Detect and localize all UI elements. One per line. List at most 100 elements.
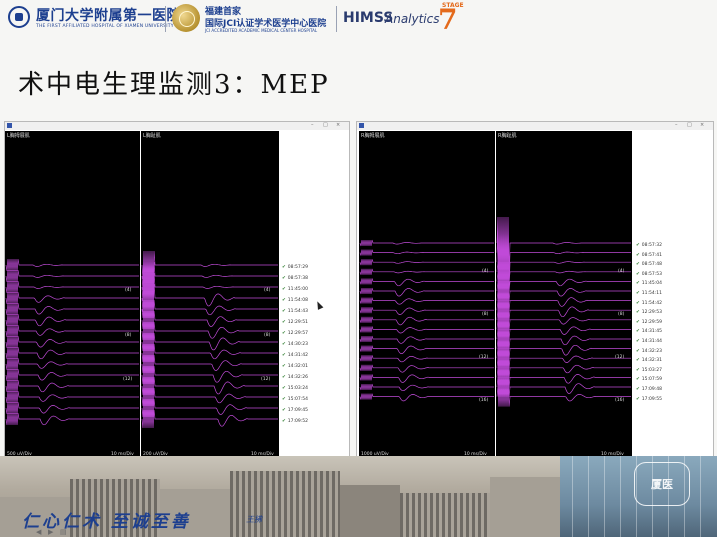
right-monitor-window: – □ × R胸拇展肌 R胸趾肌 1000 uV/Div 10 ms/Div 1… [356,121,714,460]
check-icon[interactable]: ✔ [636,387,640,392]
timestamp-text: 11:45:00 [287,287,308,292]
timestamp-text: 08:57:53 [641,271,662,277]
timestamp-row[interactable]: ✔ 15:03:24 [282,386,308,391]
check-icon[interactable]: ✔ [636,301,640,306]
timestamp-row[interactable]: ✔ 14:31:44 [636,339,662,344]
timestamp-row[interactable]: ✔ 11:45:00 [282,287,308,292]
check-icon[interactable]: ✔ [636,310,640,315]
analytics-text: Analytics [385,12,440,26]
channel-mark: (12) [615,355,625,360]
check-icon[interactable]: ✔ [636,281,640,286]
left-monitor-window: – □ × L胸拇展肌 L胸趾肌 500 uV/Div 10 ms/Div 20… [4,121,350,460]
timestamp-row[interactable]: ✔ 14:30:23 [282,342,308,347]
timestamp-text: 14:32:01 [287,364,308,369]
timestamp-row[interactable]: ✔ 08:57:38 [282,276,308,281]
check-icon[interactable]: ✔ [282,276,286,281]
plot-area-1 [359,131,495,458]
timestamp-row[interactable]: ✔ 17:09:48 [636,387,662,392]
panel-label-1: L胸拇展肌 [7,133,30,139]
plot-area-2 [141,131,279,458]
timestamp-row[interactable]: ✔ 17:09:45 [282,408,308,413]
timestamp-row[interactable]: ✔ 15:07:59 [636,377,662,382]
check-icon[interactable]: ✔ [636,377,640,382]
timestamp-row[interactable]: ✔ 15:07:54 [282,397,308,402]
check-icon[interactable]: ✔ [282,287,286,292]
timestamp-row[interactable]: ✔ 14:31:42 [282,353,308,358]
timestamp-text: 15:07:59 [641,377,662,383]
check-icon[interactable]: ✔ [282,419,286,424]
check-icon[interactable]: ✔ [636,349,640,354]
check-icon[interactable]: ✔ [636,320,640,325]
timestamp-row[interactable]: ✔ 11:45:04 [636,281,662,286]
timestamp-row[interactable]: ✔ 11:54:42 [636,301,662,306]
timestamp-text: 12:29:59 [641,319,662,325]
stage-number: 7 [438,3,458,36]
timestamp-row[interactable]: ✔ 14:32:23 [636,349,662,354]
check-icon[interactable]: ✔ [282,397,286,402]
building-image [490,477,560,537]
check-icon[interactable]: ✔ [636,291,640,296]
check-icon[interactable]: ✔ [636,339,640,344]
channel-mark: (4) [264,288,271,293]
check-icon[interactable]: ✔ [636,397,640,402]
timestamp-text: 08:57:48 [641,262,662,268]
jci-seal-icon [172,4,200,32]
timestamp-row[interactable]: ✔ 12:29:51 [282,320,308,325]
check-icon[interactable]: ✔ [282,342,286,347]
timestamp-row[interactable]: ✔ 14:32:01 [282,364,308,369]
check-icon[interactable]: ✔ [636,253,640,258]
timestamp-row[interactable]: ✔ 08:57:29 [282,265,308,270]
timestamp-row[interactable]: ✔ 14:31:45 [636,329,662,334]
timestamp-row[interactable]: ✔ 11:54:43 [282,309,308,314]
timestamp-text: 12:29:51 [287,320,308,325]
check-icon[interactable]: ✔ [282,331,286,336]
timestamp-row[interactable]: ✔ 08:57:48 [636,262,662,267]
check-icon[interactable]: ✔ [636,243,640,248]
slideshow-next-icon[interactable]: ▶ [48,528,53,536]
check-icon[interactable]: ✔ [282,309,286,314]
check-icon[interactable]: ✔ [282,320,286,325]
timestamp-row[interactable]: ✔ 15:03:27 [636,368,662,373]
timestamp-row[interactable]: ✔ 08:57:41 [636,253,662,258]
check-icon[interactable]: ✔ [282,265,286,270]
timestamp-text: 11:54:42 [641,300,662,306]
channel-mark: (16) [479,398,489,403]
hospital-name-cn: 厦门大学附属第一医院 [36,8,181,24]
panel-label-1: R胸拇展肌 [361,133,385,139]
check-icon[interactable]: ✔ [282,386,286,391]
check-icon[interactable]: ✔ [282,375,286,380]
channel-mark: (12) [261,377,271,382]
slideshow-prev-icon[interactable]: ◀ [36,528,41,536]
header-banner: 厦门大学附属第一医院 THE FIRST AFFILIATED HOSPITAL… [0,0,717,40]
check-icon[interactable]: ✔ [282,364,286,369]
check-icon[interactable]: ✔ [282,408,286,413]
check-icon[interactable]: ✔ [636,329,640,334]
timestamp-row[interactable]: ✔ 17:09:52 [282,419,308,424]
timestamp-text: 08:57:29 [287,265,308,270]
check-icon[interactable]: ✔ [636,368,640,373]
timestamp-row[interactable]: ✔ 11:54:08 [282,298,308,303]
jci-en: JCI ACCREDITED ACADEMIC MEDICAL CENTER H… [205,28,318,33]
timestamp-row[interactable]: ✔ 12:29:59 [636,320,662,325]
check-icon[interactable]: ✔ [636,358,640,363]
panel-label-2: L胸趾肌 [143,133,161,139]
timestamp-row[interactable]: ✔ 14:32:31 [636,358,662,363]
check-icon[interactable]: ✔ [282,353,286,358]
timestamp-row[interactable]: ✔ 08:57:32 [636,243,662,248]
university-logo-icon [8,6,30,28]
check-icon[interactable]: ✔ [282,298,286,303]
check-icon[interactable]: ✔ [636,272,640,277]
timestamp-row[interactable]: ✔ 11:54:11 [636,291,662,296]
timestamp-text: 08:57:41 [641,252,662,258]
timestamp-row[interactable]: ✔ 17:09:55 [636,397,662,402]
slideshow-menu-icon[interactable]: ▤ [60,528,67,536]
watermark-logo: 厦医 [634,462,690,506]
slide-title: 术中电生理监测3：MEP [18,70,330,100]
timestamp-row[interactable]: ✔ 14:32:26 [282,375,308,380]
timestamp-text: 14:30:23 [287,342,308,347]
timestamp-row[interactable]: ✔ 12:29:53 [636,310,662,315]
timestamp-text: 11:54:43 [287,309,308,314]
timestamp-row[interactable]: ✔ 08:57:53 [636,272,662,277]
check-icon[interactable]: ✔ [636,262,640,267]
timestamp-row[interactable]: ✔ 12:29:57 [282,331,308,336]
